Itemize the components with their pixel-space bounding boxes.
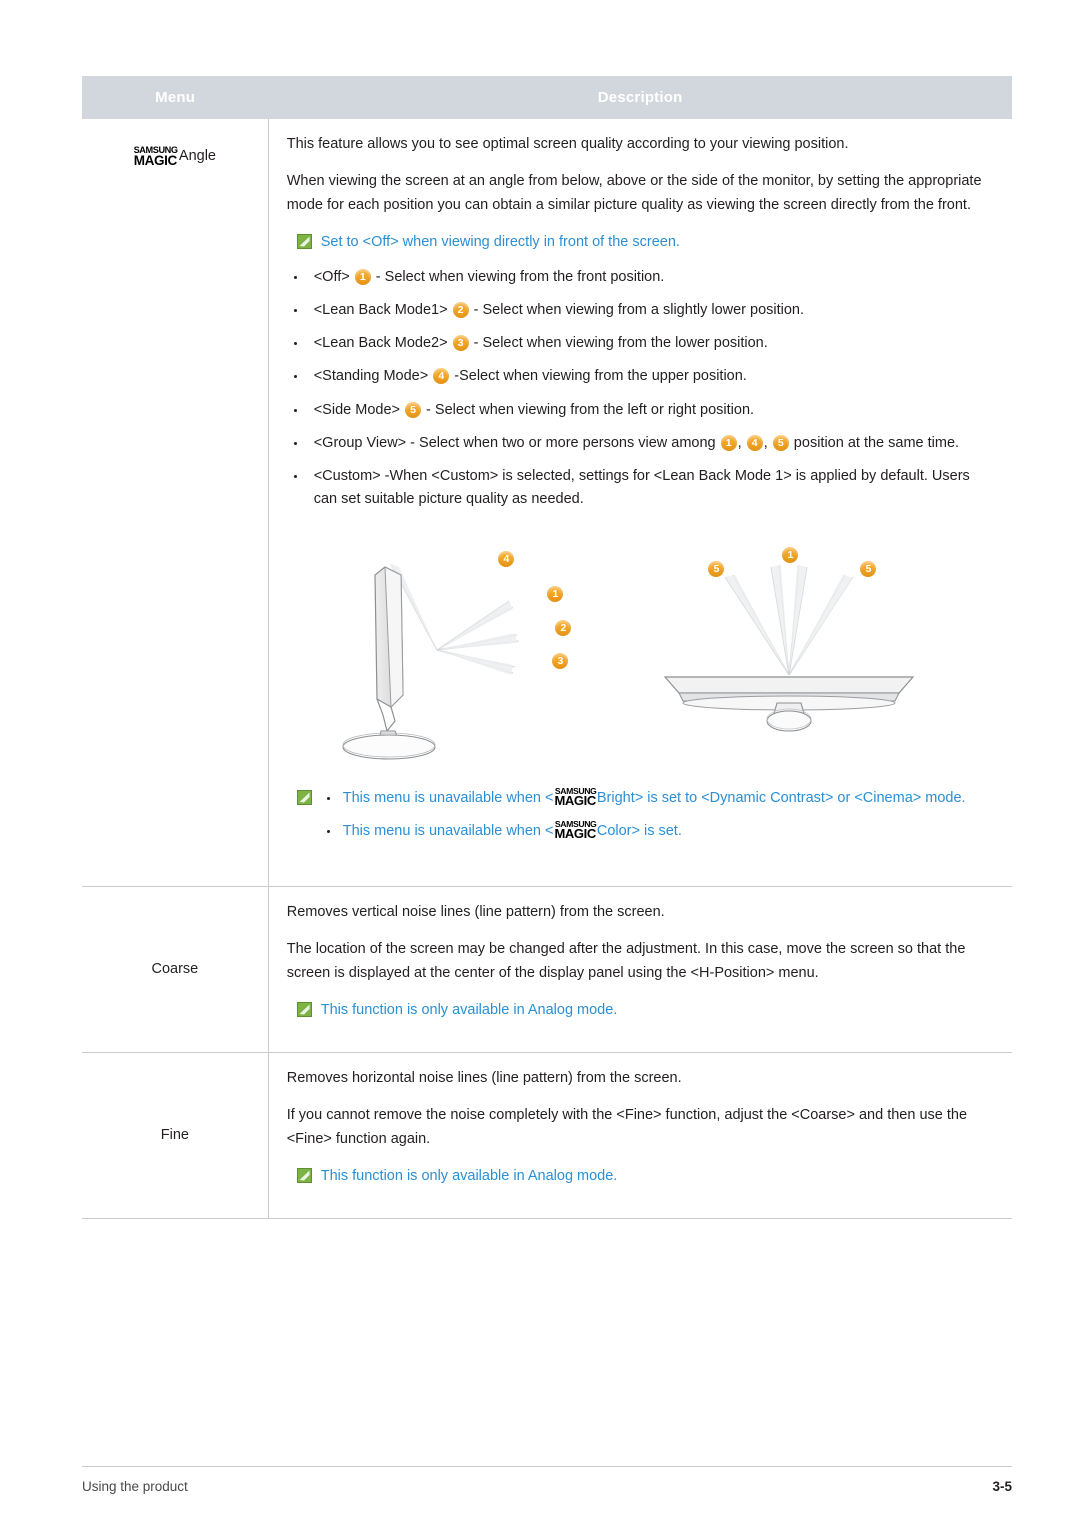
- badge-number: 1: [720, 434, 737, 451]
- coarse-notice-text: This function is only available in Analo…: [320, 1002, 618, 1019]
- list-item: <Lean Back Mode2> 3 - Select when viewin…: [287, 332, 992, 355]
- list-item: <Standing Mode> 4 -Select when viewing f…: [287, 365, 992, 388]
- description-cell-coarse: Removes vertical noise lines (line patte…: [268, 886, 1012, 1053]
- menu-cell-fine: Fine: [82, 1052, 269, 1219]
- fine-paragraph-1: Removes horizontal noise lines (line pat…: [286, 1069, 682, 1086]
- badge-number: 5: [405, 401, 422, 418]
- bullet-option-text: - Select when viewing from a slightly lo…: [473, 302, 805, 319]
- menu-cell-coarse: Coarse: [82, 886, 269, 1053]
- table-header-row: Menu Description: [82, 76, 1012, 119]
- note-icon: [296, 1002, 312, 1018]
- bullet-option-label: <Lean Back Mode2>: [313, 335, 448, 352]
- angle-notice-text: Set to <Off> when viewing directly in fr…: [320, 234, 680, 251]
- angle-paragraph-2: When viewing the screen at an angle from…: [286, 173, 982, 213]
- fine-paragraph-2: If you cannot remove the noise completel…: [286, 1107, 968, 1147]
- list-item: <Off> 1 - Select when viewing from the f…: [287, 266, 992, 289]
- figure-badge-left-4: 4: [498, 551, 515, 568]
- footer-section-label: Using the product: [82, 1479, 188, 1494]
- figure-badge-right-1: 1: [782, 547, 799, 564]
- bullet-option-text: - Select when viewing from the left or r…: [426, 401, 755, 418]
- footnote-item-1: This menu is unavailable when < SAMSUNG MA…: [321, 787, 992, 810]
- coarse-paragraph-1: Removes vertical noise lines (line patte…: [286, 903, 665, 920]
- table-row: Fine Removes horizontal noise lines (lin…: [82, 1052, 1012, 1219]
- bullet-option-label: <Lean Back Mode1>: [313, 302, 448, 319]
- angle-notice: Set to <Off> when viewing directly in fr…: [296, 231, 992, 253]
- document-page: Menu Description SAMSUNG MAGIC Angle Thi…: [0, 0, 1080, 1527]
- figure-badge-right-5a: 5: [708, 561, 725, 578]
- bullet-option-text: -Select when viewing from the upper posi…: [454, 368, 747, 385]
- badge-number: 5: [772, 434, 789, 451]
- column-header-menu: Menu: [82, 76, 269, 119]
- figure-badge-left-1: 1: [547, 586, 564, 603]
- list-item-group-view: <Group View> - Select when two or more p…: [287, 432, 992, 455]
- bullet-option-label: <Off>: [313, 268, 350, 285]
- angle-footnote-body: This menu is unavailable when < SAMSUNG MA…: [321, 787, 992, 851]
- fine-notice-text: This function is only available in Analo…: [320, 1168, 618, 1185]
- page-footer: Using the product 3-5: [82, 1466, 1012, 1494]
- samsung-magic-logo-icon: SAMSUNG MAGIC: [133, 145, 178, 168]
- coarse-notice: This function is only available in Analo…: [296, 999, 992, 1021]
- badge-number: 4: [746, 434, 763, 451]
- table-row: SAMSUNG MAGIC Angle This feature allows …: [82, 119, 1012, 887]
- bullet-option-label: <Standing Mode>: [313, 368, 429, 385]
- badge-number: 1: [354, 268, 371, 285]
- footnote-1-post: Bright> is set to <Dynamic Contrast> or …: [596, 790, 966, 807]
- note-icon: [296, 1168, 312, 1184]
- menu-description-table: Menu Description SAMSUNG MAGIC Angle Thi…: [82, 76, 1012, 1219]
- footnote-2-pre: This menu is unavailable when <: [342, 822, 554, 839]
- description-cell-angle: This feature allows you to see optimal s…: [268, 119, 1012, 887]
- list-item-custom: <Custom> -When <Custom> is selected, set…: [287, 465, 992, 511]
- list-item: <Lean Back Mode1> 2 - Select when viewin…: [287, 299, 992, 322]
- column-header-description: Description: [268, 76, 1012, 119]
- footer-page-number: 3-5: [992, 1479, 1012, 1494]
- group-view-pre: <Group View> - Select when two or more p…: [313, 434, 720, 451]
- menu-label-fine: Fine: [160, 1127, 189, 1144]
- note-icon: [296, 790, 312, 806]
- coarse-paragraph-2: The location of the screen may be change…: [286, 941, 966, 981]
- samsung-magic-logo-icon: SAMSUNG MAGIC: [554, 818, 596, 841]
- bullet-option-text: - Select when viewing from the lower pos…: [473, 335, 768, 352]
- bullet-option-label: <Side Mode>: [313, 401, 400, 418]
- figure-badge-left-2: 2: [555, 620, 572, 637]
- footnote-2-post: Color> is set.: [596, 822, 682, 839]
- angle-bullet-list: <Off> 1 - Select when viewing from the f…: [287, 266, 992, 512]
- bullet-option-text: - Select when viewing from the front pos…: [375, 268, 665, 285]
- footnote-item-2: This menu is unavailable when < SAMSUNG MA…: [321, 818, 992, 843]
- badge-number: 2: [452, 302, 469, 319]
- footnote-1-pre: This menu is unavailable when <: [342, 790, 554, 807]
- menu-cell-angle: SAMSUNG MAGIC Angle: [82, 119, 269, 887]
- group-view-post: position at the same time.: [789, 434, 960, 451]
- list-item: <Side Mode> 5 - Select when viewing from…: [287, 399, 992, 422]
- angle-footnote-block: This menu is unavailable when < SAMSUNG MA…: [296, 787, 992, 851]
- fine-notice: This function is only available in Analo…: [296, 1165, 992, 1187]
- comma-1: ,: [737, 434, 746, 451]
- menu-angle-content: SAMSUNG MAGIC Angle: [82, 119, 268, 167]
- angle-paragraph-1: This feature allows you to see optimal s…: [286, 136, 849, 152]
- description-cell-fine: Removes horizontal noise lines (line pat…: [268, 1052, 1012, 1219]
- menu-label-angle: Angle: [178, 148, 216, 164]
- comma-2: ,: [763, 434, 772, 451]
- badge-number: 3: [452, 335, 469, 352]
- figure-badges: 4 1 2 3 5 1 5: [329, 545, 949, 771]
- figure-badge-left-3: 3: [552, 653, 569, 670]
- samsung-magic-logo-icon: SAMSUNG MAGIC: [554, 786, 596, 809]
- viewing-angle-figure: 4 1 2 3 5 1 5: [287, 545, 992, 771]
- figure-badge-right-5b: 5: [860, 561, 877, 578]
- table-row: Coarse Removes vertical noise lines (lin…: [82, 886, 1012, 1053]
- badge-number: 4: [433, 368, 450, 385]
- menu-label-coarse: Coarse: [151, 961, 199, 978]
- note-icon: [296, 234, 312, 250]
